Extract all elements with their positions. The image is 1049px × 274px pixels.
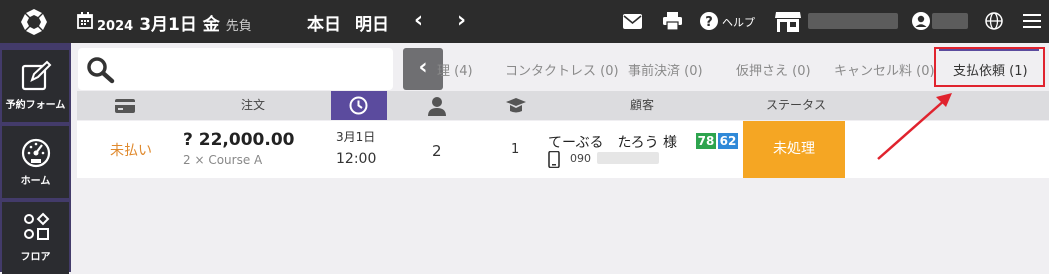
user-icon[interactable] (912, 12, 930, 30)
header-status[interactable]: ステータス (766, 91, 826, 120)
current-day: 3月1日 金 (139, 15, 220, 35)
annotation-arrow (877, 93, 952, 160)
globe-icon[interactable] (985, 12, 1003, 30)
guests-icon[interactable] (427, 96, 447, 116)
app-logo-icon[interactable] (20, 8, 48, 36)
sidebar-item-label: 予約フォーム (5, 100, 66, 111)
search-input[interactable] (78, 48, 393, 90)
floor-icon (24, 212, 50, 240)
credit-card-icon[interactable] (115, 99, 135, 113)
guest-count: 2 (432, 142, 442, 160)
tab-contactless[interactable]: コンタクトレス (0) (505, 60, 619, 79)
tab-tentative[interactable]: 仮押さえ (0) (736, 60, 811, 79)
sidebar-item-floor[interactable]: フロア (2, 202, 69, 274)
reservation-date: 3月1日 (336, 130, 376, 144)
tomorrow-button[interactable]: 明日 (355, 10, 389, 35)
current-date[interactable]: 2024 3月1日 金先負 (97, 10, 252, 35)
sidebar-item-reservation-form[interactable]: 予約フォーム (2, 50, 69, 122)
store-icon[interactable] (775, 11, 801, 32)
next-day-button[interactable]: › (457, 9, 466, 33)
table-icon[interactable] (506, 98, 526, 114)
clock-icon (349, 96, 368, 115)
store-name-redacted[interactable] (808, 13, 898, 29)
help-icon[interactable]: ? (700, 12, 718, 30)
tab-pending[interactable]: 理 (4) (437, 60, 473, 79)
hamburger-menu-icon[interactable] (1023, 13, 1041, 29)
reservation-time: 12:00 (336, 151, 377, 167)
table-count: 1 (511, 142, 520, 157)
payment-status: 未払い (110, 143, 152, 159)
top-bar: 2024 3月1日 金先負 本日 明日 ‹ › ? ヘルプ (0, 0, 1049, 43)
calendar-icon[interactable] (77, 12, 93, 29)
customer-name[interactable]: てーぶる たろう 様 (548, 132, 677, 152)
header-time[interactable] (331, 91, 387, 120)
search-icon (87, 57, 115, 84)
status-badge[interactable]: 未処理 (743, 121, 845, 178)
score-badge: 62 (718, 133, 738, 149)
header-order[interactable]: 注文 (241, 91, 265, 120)
customer-phone: 090 (570, 152, 591, 165)
dashboard-icon (21, 138, 51, 168)
phone-redacted (597, 152, 659, 164)
visit-count-badge: 78 (696, 133, 716, 149)
sidebar-item-home[interactable]: ホーム (2, 126, 69, 198)
tab-cancellation-fee[interactable]: キャンセル料 (0) (834, 60, 935, 79)
highlight-box (934, 47, 1045, 87)
mobile-phone-icon (548, 151, 560, 168)
sidebar: 予約フォーム ホーム フロア (0, 43, 71, 274)
edit-icon (21, 60, 52, 91)
mail-icon[interactable] (623, 14, 642, 29)
order-course: 2 × Course A (183, 153, 263, 167)
current-year: 2024 (97, 19, 134, 34)
svg-text:?: ? (705, 15, 713, 30)
rokuyo-label: 先負 (225, 19, 252, 34)
order-amount: ? 22,000.00 (183, 130, 295, 150)
sidebar-item-label: ホーム (20, 176, 51, 187)
tab-prepayment[interactable]: 事前決済 (0) (628, 60, 703, 79)
header-customer[interactable]: 顧客 (630, 91, 654, 120)
today-button[interactable]: 本日 (307, 10, 341, 35)
sidebar-item-label: フロア (20, 252, 51, 263)
user-name-redacted[interactable] (932, 13, 968, 29)
print-icon[interactable] (663, 12, 682, 30)
help-label[interactable]: ヘルプ (722, 14, 755, 30)
prev-day-button[interactable]: ‹ (414, 9, 423, 33)
